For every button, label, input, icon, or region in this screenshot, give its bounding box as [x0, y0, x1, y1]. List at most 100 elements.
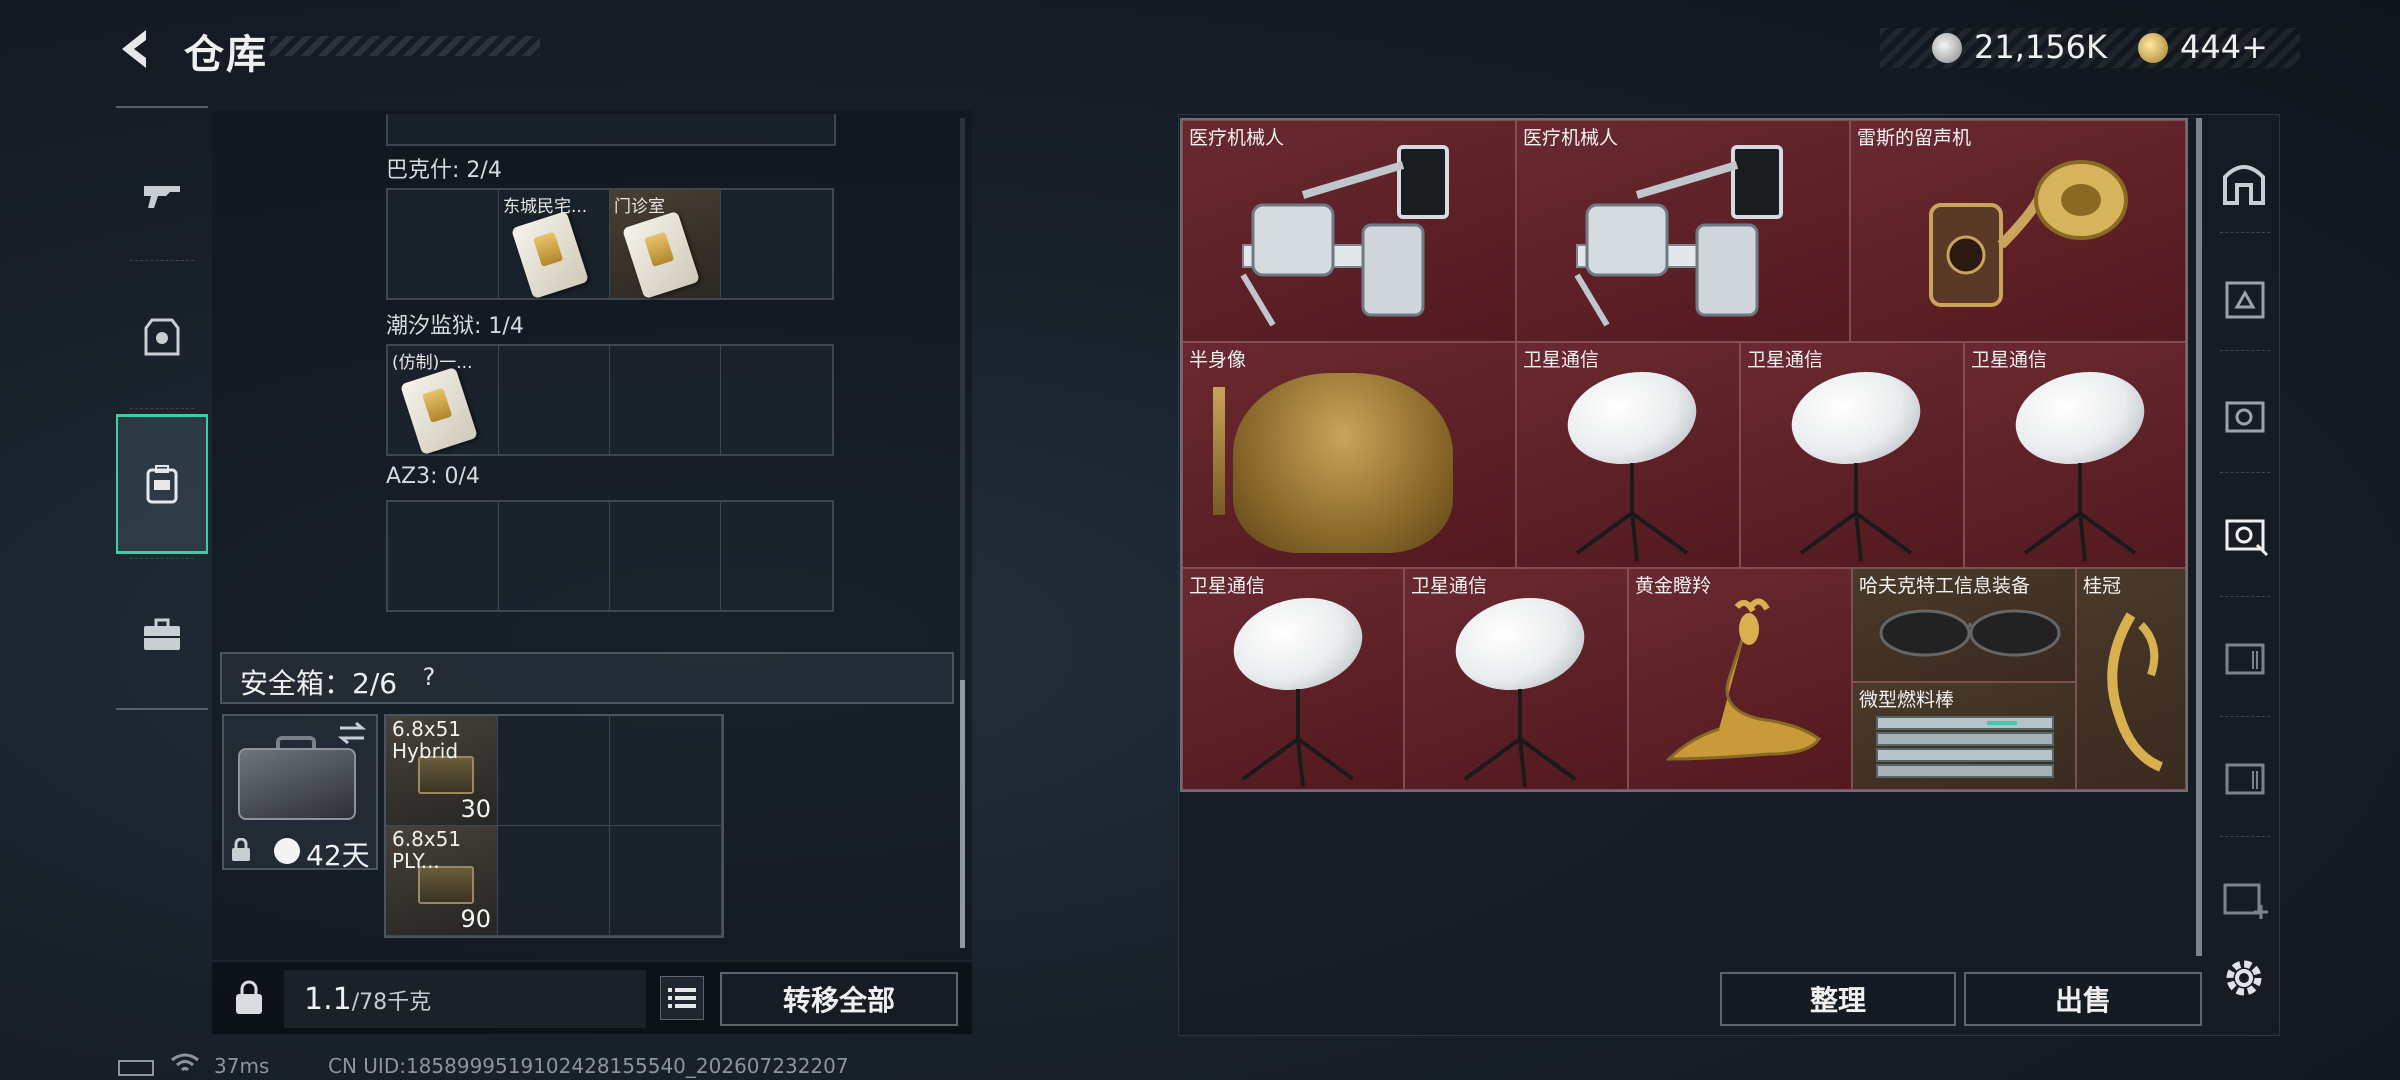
- current-weight: 1.1: [304, 982, 352, 1017]
- storage-tab-2[interactable]: [2208, 262, 2280, 334]
- key-slot[interactable]: [721, 346, 832, 454]
- ammo-slot[interactable]: [498, 716, 610, 826]
- wifi-icon: [171, 1053, 199, 1072]
- item-name: 卫星通信: [1523, 349, 1600, 371]
- gun-icon: [144, 186, 180, 208]
- crate-icon: [2225, 643, 2265, 675]
- toolbox-icon: [144, 618, 180, 650]
- storage-item[interactable]: 卫星通信: [1740, 342, 1964, 568]
- storage-item[interactable]: 雷斯的留声机: [1850, 120, 2186, 342]
- ammo-count: 90: [460, 905, 491, 933]
- storage-item[interactable]: 哈夫克特工信息装备: [1852, 568, 2076, 682]
- key-slot-row: [386, 500, 834, 612]
- tab-weapons[interactable]: [116, 124, 208, 264]
- key-group-label: 巴克什: 2/4: [386, 158, 502, 183]
- key-slot[interactable]: 门诊室: [610, 190, 721, 300]
- crate-icon: [2225, 281, 2265, 319]
- gem-balance[interactable]: 444+: [2180, 28, 2268, 66]
- item-name: 黄金瞪羚: [1635, 575, 1712, 597]
- ammo-slot[interactable]: 6.8x51 Hybrid 30: [386, 716, 498, 826]
- tripod-icon: [1799, 463, 1913, 562]
- key-slot[interactable]: [610, 346, 721, 454]
- key-slot[interactable]: [499, 346, 610, 454]
- coin-icon: [1932, 33, 1962, 63]
- storage-tab-5[interactable]: [2208, 620, 2280, 692]
- ammo-slot[interactable]: [610, 826, 722, 936]
- item-name: 哈夫克特工信息装备: [1859, 575, 2031, 597]
- item-name: 卫星通信: [1747, 349, 1824, 371]
- transfer-all-button[interactable]: 转移全部: [720, 972, 958, 1026]
- weight-icon: [236, 980, 262, 1014]
- add-storage-tab[interactable]: [2208, 860, 2280, 932]
- storage-tab-home[interactable]: [2208, 146, 2280, 218]
- ammo-slot[interactable]: [610, 716, 722, 826]
- armor-icon: [144, 318, 180, 356]
- max-weight: /78千克: [351, 990, 432, 1015]
- lock-icon: [232, 838, 250, 861]
- crate-icon: [2225, 763, 2265, 795]
- tripod-icon: [1241, 689, 1355, 788]
- key-group-label: AZ3: 0/4: [386, 464, 480, 489]
- key-slot[interactable]: [388, 190, 499, 298]
- user-id-text: CN UID:1858999519102428155540_2026072322…: [328, 1054, 849, 1078]
- list-view-button[interactable]: [660, 976, 704, 1020]
- key-slot[interactable]: [388, 502, 499, 610]
- keycard-icon: [399, 366, 479, 456]
- storage-item[interactable]: 卫星通信: [1516, 342, 1740, 568]
- storage-tab-6[interactable]: [2208, 740, 2280, 812]
- list-icon: [668, 988, 696, 1008]
- sell-button[interactable]: 出售: [1964, 972, 2202, 1026]
- key-slot[interactable]: [721, 502, 832, 610]
- add-gems-button[interactable]: +: [2241, 28, 2268, 66]
- gear-icon[interactable]: [2216, 950, 2272, 1006]
- storage-item[interactable]: 半身像: [1182, 342, 1516, 568]
- weight-value: 1.1/78千克: [304, 982, 431, 1017]
- bust-icon: [1233, 373, 1453, 553]
- storage-item[interactable]: 卫星通信: [1964, 342, 2186, 568]
- storage-item[interactable]: 桂冠: [2076, 568, 2186, 790]
- key-slot-row: (仿制)一...: [386, 344, 834, 456]
- help-icon[interactable]: ?: [414, 662, 444, 692]
- storage-building-icon: [2223, 165, 2265, 205]
- gold-gazelle-icon: [1665, 598, 1822, 761]
- tab-backpack[interactable]: [116, 414, 208, 554]
- swap-icon[interactable]: [336, 720, 368, 746]
- key-slot[interactable]: 东城民宅...: [499, 190, 610, 300]
- item-name: 半身像: [1189, 349, 1247, 371]
- glasses-icon: [1879, 609, 2061, 657]
- medical-robot-icon: [1574, 145, 1783, 327]
- tripod-icon: [1463, 689, 1577, 788]
- sort-button[interactable]: 整理: [1720, 972, 1956, 1026]
- ammo-name: 6.8x51 PLY...: [392, 827, 462, 873]
- storage-item[interactable]: 卫星通信: [1404, 568, 1628, 790]
- keycard-icon: [621, 210, 701, 300]
- back-arrow-icon[interactable]: [112, 24, 162, 74]
- ammo-slot[interactable]: [498, 826, 610, 936]
- tab-armor[interactable]: [116, 266, 208, 406]
- storage-item[interactable]: 医疗机械人: [1516, 120, 1850, 342]
- storage-item[interactable]: 医疗机械人: [1182, 120, 1516, 342]
- safebox-days-left: 42天: [306, 839, 370, 872]
- key-slot[interactable]: [499, 502, 610, 610]
- safebox-grid: 6.8x51 Hybrid 30 6.8x51 PLY... 90: [384, 714, 724, 938]
- storage-tab-3[interactable]: [2208, 378, 2280, 450]
- briefcase-icon: [238, 748, 356, 820]
- scroll-thumb[interactable]: [960, 680, 965, 948]
- storage-item[interactable]: 微型燃料棒: [1852, 682, 2076, 790]
- storage-item[interactable]: 黄金瞪羚: [1628, 568, 1852, 790]
- bust-plinth: [1213, 387, 1225, 515]
- gramophone-icon: [1929, 160, 2128, 307]
- storage-tab-4[interactable]: [2208, 496, 2280, 568]
- item-name: 卫星通信: [1189, 575, 1266, 597]
- ammo-slot[interactable]: 6.8x51 PLY... 90: [386, 826, 498, 936]
- key-slot[interactable]: [721, 190, 832, 298]
- clock-icon: [274, 838, 300, 864]
- tab-tools[interactable]: [116, 564, 208, 704]
- backpack-icon: [146, 465, 178, 504]
- laurel-crown-icon: [2107, 612, 2164, 772]
- item-name: 医疗机械人: [1189, 127, 1285, 149]
- key-slot[interactable]: (仿制)一...: [388, 346, 499, 456]
- key-slot[interactable]: [610, 502, 721, 610]
- medical-robot-icon: [1240, 145, 1449, 327]
- storage-item[interactable]: 卫星通信: [1182, 568, 1404, 790]
